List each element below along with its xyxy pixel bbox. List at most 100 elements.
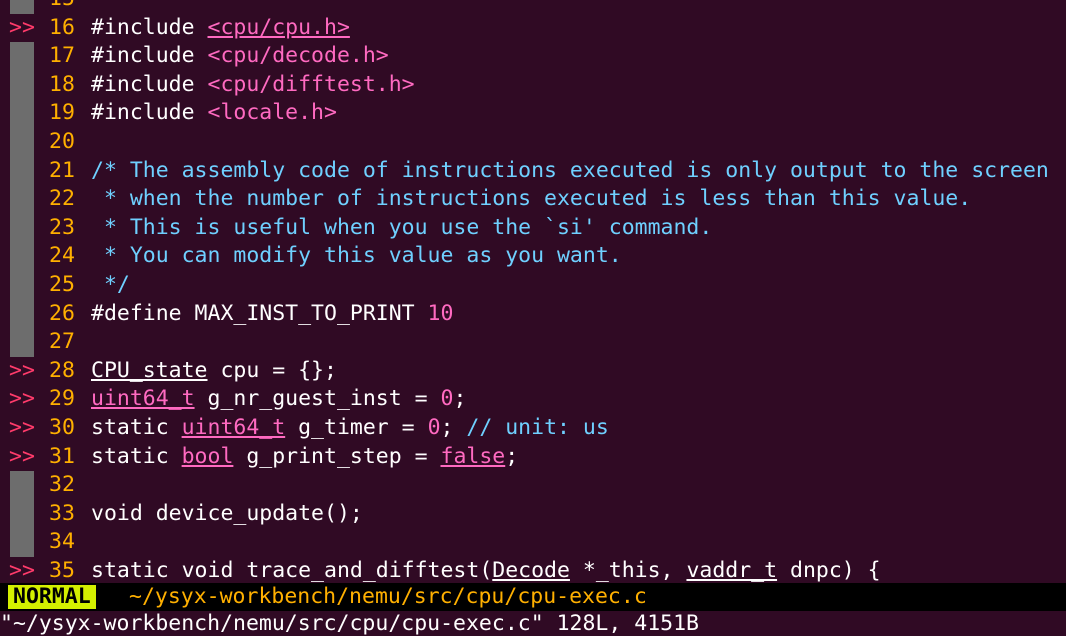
code-line[interactable]: >> 16 #include <cpu/cpu.h> (0, 14, 1066, 43)
code-line[interactable]: >> 30 static uint64_t g_timer = 0; // unit… (0, 414, 1066, 443)
sign-column: >> (0, 14, 42, 43)
code-token: bool (181, 443, 234, 469)
line-number: 26 (49, 300, 75, 326)
code-text: CPU_state cpu = {}; (91, 357, 337, 386)
sign-column (0, 42, 42, 71)
line-number: 27 (49, 329, 75, 355)
sign-column (0, 185, 42, 214)
code-line[interactable]: 20 (0, 127, 1066, 157)
sign-column (0, 499, 42, 529)
code-text: * You can modify this value as you want. (91, 242, 622, 271)
sign-column (0, 299, 42, 329)
code-token: #include (91, 14, 208, 40)
code-line[interactable]: 34 (0, 528, 1066, 557)
sign-column: >> (0, 385, 42, 414)
command-line[interactable]: "~/ysyx-workbench/nemu/src/cpu/cpu-exec.… (0, 611, 1066, 636)
code-token: <cpu/cpu.h> (207, 14, 350, 40)
code-line[interactable]: 32 (0, 471, 1066, 500)
sign-column: >> (0, 357, 42, 386)
code-token: <cpu/decode.h> (207, 43, 389, 69)
code-line[interactable]: 26 #define MAX_INST_TO_PRINT 10 (0, 299, 1066, 329)
code-line[interactable]: >> 35 static void trace_and_difftest(Decod… (0, 557, 1066, 586)
code-token: #include (91, 100, 208, 126)
sign-marker: >> (9, 443, 35, 469)
code-token: /* The assembly code of instructions exe… (91, 157, 1049, 183)
code-token: false (440, 443, 506, 469)
code-line[interactable]: 25 */ (0, 270, 1066, 300)
code-token: static (91, 414, 182, 440)
code-token: */ (91, 271, 130, 297)
code-token: g_print_step = (233, 443, 441, 469)
code-token: uint64_t (181, 414, 286, 440)
code-token: void device_update(); (91, 500, 363, 526)
editor-buffer[interactable]: 15 >> 16 #include <cpu/cpu.h> 17 #include <cp… (0, 0, 1066, 585)
sign-column (0, 127, 42, 157)
code-text: */ (91, 271, 130, 300)
code-line[interactable]: 21 /* The assembly code of instructions e… (0, 156, 1066, 186)
code-text: static bool g_print_step = false; (91, 443, 518, 472)
line-number: 30 (49, 414, 75, 440)
status-file-path: ~/ysyx-workbench/nemu/src/cpu/cpu-exec.c (129, 584, 647, 609)
code-token: * You can modify this value as you want. (91, 243, 622, 269)
sign-marker: >> (9, 386, 35, 412)
sign-column (0, 0, 42, 14)
sign-marker: >> (9, 357, 35, 383)
code-token: 0 (440, 386, 454, 412)
sign-column (0, 471, 42, 500)
code-line[interactable]: 27 (0, 328, 1066, 357)
line-number: 16 (49, 14, 75, 40)
code-token: g_nr_guest_inst = (194, 386, 441, 412)
code-token: * This is useful when you use the `si' c… (91, 214, 713, 240)
sign-column: >> (0, 414, 42, 443)
code-line[interactable]: 17 #include <cpu/decode.h> (0, 42, 1066, 71)
code-token: <locale.h> (207, 100, 337, 126)
code-text: #define MAX_INST_TO_PRINT 10 (91, 300, 453, 329)
code-text: * when the number of instructions execut… (91, 185, 971, 214)
code-line[interactable]: >> 28 CPU_state cpu = {}; (0, 357, 1066, 386)
code-line[interactable]: 19 #include <locale.h> (0, 99, 1066, 128)
code-token: // unit: us (466, 414, 609, 440)
code-token: <cpu/difftest.h> (207, 71, 415, 97)
code-token: #include (91, 43, 208, 69)
sign-column (0, 156, 42, 186)
sign-column (0, 328, 42, 357)
line-number: 31 (49, 443, 75, 469)
code-token: Decode (492, 557, 570, 583)
code-text: static uint64_t g_timer = 0; // unit: us (91, 414, 609, 443)
code-text: void device_update(); (91, 500, 363, 529)
sign-column: >> (0, 443, 42, 472)
line-number: 33 (49, 500, 75, 526)
code-token: CPU_state (91, 357, 208, 383)
mode-indicator: NORMAL (8, 585, 96, 609)
line-number: 23 (49, 214, 75, 240)
code-line[interactable]: 22 * when the number of instructions exe… (0, 185, 1066, 214)
sign-marker: >> (9, 14, 35, 40)
line-number: 32 (49, 472, 75, 498)
line-number: 24 (49, 243, 75, 269)
sign-column (0, 270, 42, 300)
code-line[interactable]: 18 #include <cpu/difftest.h> (0, 70, 1066, 100)
line-number: 35 (49, 557, 75, 583)
code-token: static (91, 443, 182, 469)
code-line[interactable]: 24 * You can modify this value as you wa… (0, 242, 1066, 271)
code-text: #include <cpu/decode.h> (91, 42, 389, 71)
code-text: uint64_t g_nr_guest_inst = 0; (91, 385, 466, 414)
code-text: static void trace_and_difftest(Decode *_… (91, 557, 881, 586)
status-line: NORMAL ~/ysyx-workbench/nemu/src/cpu/cpu… (0, 583, 1066, 611)
sign-column: >> (0, 557, 42, 586)
code-line[interactable]: 15 (0, 0, 1066, 14)
code-line[interactable]: >> 29 uint64_t g_nr_guest_inst = 0; (0, 385, 1066, 414)
code-text: #include <locale.h> (91, 99, 337, 128)
line-number: 25 (49, 271, 75, 297)
line-number: 18 (49, 71, 75, 97)
code-line[interactable]: 23 * This is useful when you use the `si… (0, 213, 1066, 243)
line-number: 17 (49, 43, 75, 69)
code-line[interactable]: >> 31 static bool g_print_step = false; (0, 443, 1066, 472)
code-text: #include <cpu/difftest.h> (91, 71, 415, 100)
code-token: static void trace_and_difftest( (91, 557, 493, 583)
sign-column (0, 242, 42, 271)
code-line[interactable]: 33 void device_update(); (0, 499, 1066, 529)
code-token: #include (91, 71, 208, 97)
line-number: 28 (49, 357, 75, 383)
code-token: vaddr_t (686, 557, 778, 583)
